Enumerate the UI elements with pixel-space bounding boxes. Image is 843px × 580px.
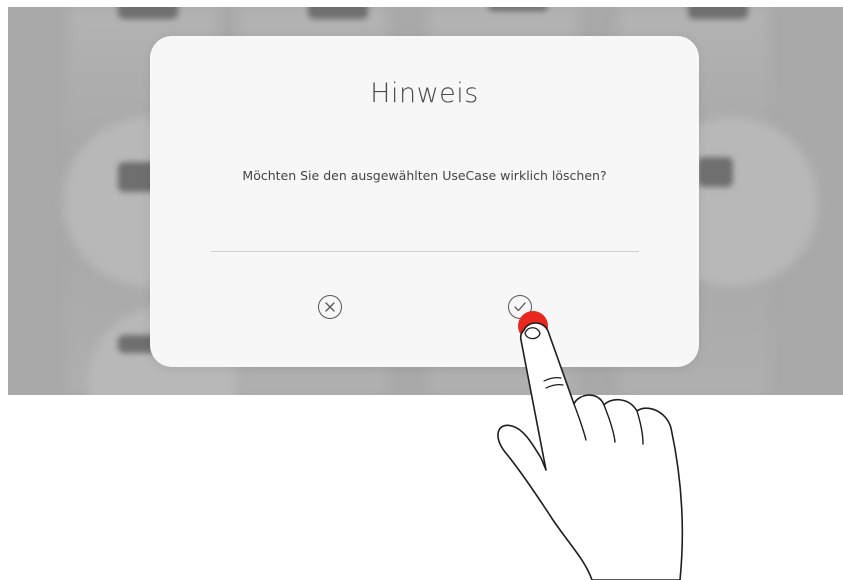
confirm-button[interactable] — [508, 295, 532, 319]
dialog-title: Hinweis — [370, 78, 479, 109]
close-icon — [325, 302, 335, 312]
cancel-button[interactable] — [318, 295, 342, 319]
check-icon — [514, 302, 526, 312]
tutorial-frame: Hinweis Möchten Sie den ausgewählten Use… — [0, 0, 843, 580]
dialog-divider — [211, 251, 639, 252]
dialog-message: Möchten Sie den ausgewählten UseCase wir… — [242, 168, 607, 183]
confirm-delete-dialog: Hinweis Möchten Sie den ausgewählten Use… — [150, 36, 699, 367]
